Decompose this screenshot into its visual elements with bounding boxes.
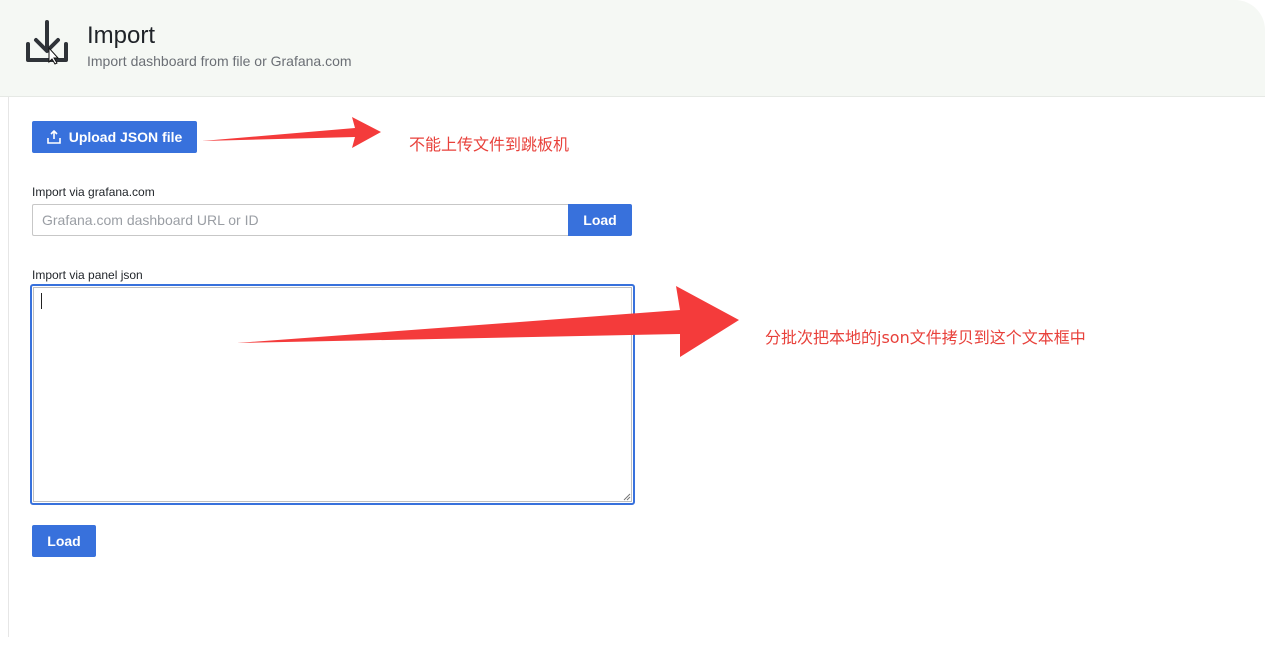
- import-page: Import Import dashboard from file or Gra…: [0, 0, 1265, 648]
- text-caret: [41, 293, 42, 309]
- resize-grip-icon[interactable]: [623, 493, 631, 501]
- upload-json-label: Upload JSON file: [68, 129, 183, 145]
- page-title: Import: [87, 22, 156, 49]
- page-subtitle: Import dashboard from file or Grafana.co…: [87, 53, 352, 69]
- panel-json-label: Import via panel json: [32, 268, 143, 282]
- upload-annotation: 不能上传文件到跳板机: [409, 135, 570, 154]
- load-json-button[interactable]: Load: [32, 525, 96, 557]
- import-download-icon: [26, 20, 68, 65]
- page-header: Import Import dashboard from file or Gra…: [0, 0, 1265, 97]
- load-grafana-button[interactable]: Load: [568, 204, 632, 236]
- upload-icon: [46, 130, 61, 144]
- grafana-url-input[interactable]: [32, 204, 568, 236]
- panel-json-inner: [33, 287, 632, 502]
- upload-json-button[interactable]: Upload JSON file: [32, 121, 197, 153]
- json-annotation: 分批次把本地的json文件拷贝到这个文本框中: [765, 328, 1086, 347]
- grafana-import-label: Import via grafana.com: [32, 185, 155, 199]
- panel-json-textarea[interactable]: [30, 284, 635, 505]
